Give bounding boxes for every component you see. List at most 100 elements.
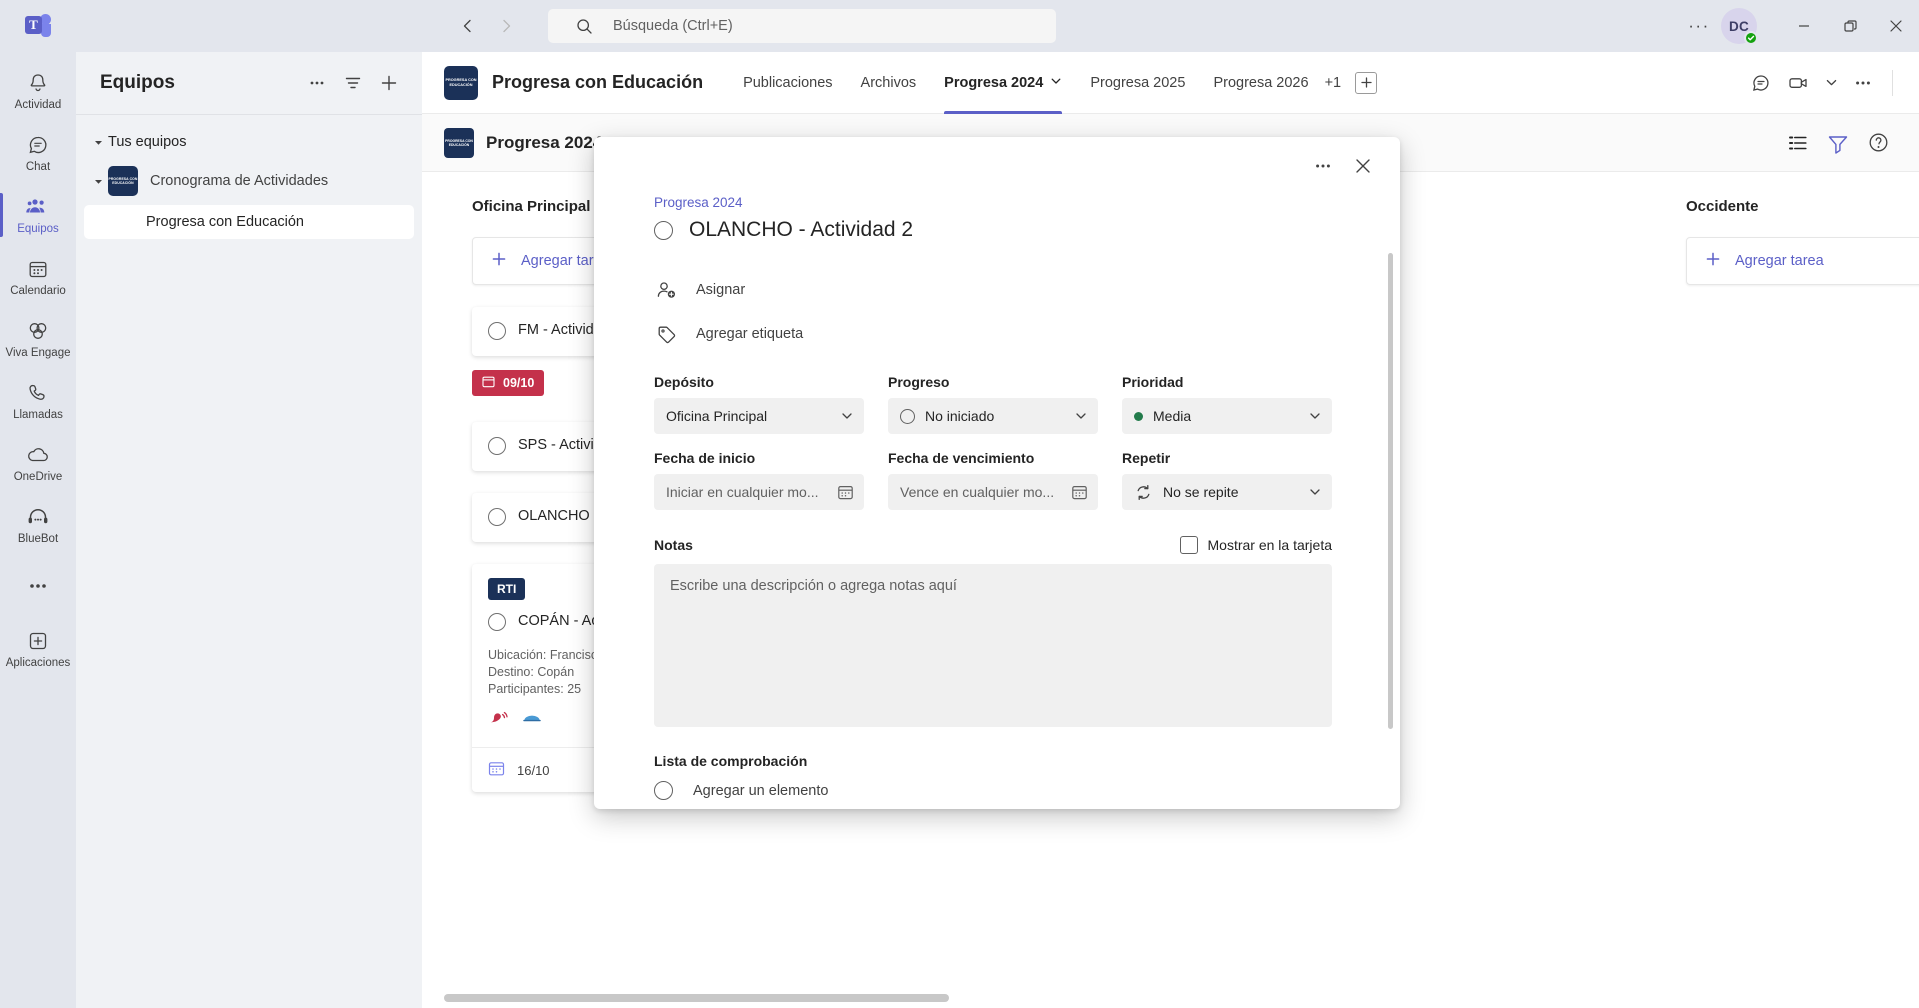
close-window-button[interactable] — [1873, 0, 1919, 52]
avatar[interactable]: DC — [1721, 8, 1758, 45]
notification-bell-icon — [488, 710, 508, 733]
task-complete-circle-icon[interactable] — [654, 220, 673, 240]
add-tab-button[interactable] — [1355, 71, 1378, 94]
field-fecha-inicio: Fecha de inicio Iniciar en cualquier mo.… — [654, 450, 864, 526]
group-by-icon[interactable] — [1781, 126, 1815, 160]
more-apps-icon — [27, 573, 49, 599]
add-task-button[interactable]: Agregar tarea — [1686, 237, 1919, 285]
sidebar-item-actividad[interactable]: Actividad — [0, 60, 76, 122]
task-complete-circle-icon[interactable] — [488, 437, 506, 455]
channel-row-progresa[interactable]: Progresa con Educación — [84, 205, 414, 239]
sidebar-item-equipos[interactable]: Equipos — [0, 184, 76, 246]
tab-label: Progresa 2025 — [1090, 74, 1186, 91]
filter-icon[interactable] — [336, 66, 370, 100]
task-fields-grid: Depósito Oficina Principal Progreso No i… — [654, 374, 1332, 526]
tab-archivos[interactable]: Archivos — [847, 52, 931, 114]
board-column-occidente: Occidente Agregar tarea — [1686, 198, 1919, 1008]
planner-avatar: PROGRESA CON EDUCACIÓN — [444, 127, 474, 158]
tab-progresa-2024[interactable]: Progresa 2024 — [930, 52, 1076, 114]
team-row-cronograma[interactable]: PROGRESA CON EDUCACIÓN Cronograma de Act… — [76, 159, 422, 203]
tab-progresa-2026[interactable]: Progresa 2026 — [1199, 52, 1322, 114]
checklist-add-item[interactable]: Agregar un elemento — [654, 781, 1332, 800]
teams-logo-icon: T — [25, 14, 51, 38]
channel-more-button[interactable] — [1846, 66, 1880, 100]
tab-publicaciones[interactable]: Publicaciones — [729, 52, 846, 114]
team-avatar-text: PROGRESA CON EDUCACIÓN — [108, 177, 138, 185]
checkbox-icon[interactable] — [1179, 536, 1198, 554]
teams-pane-actions — [300, 66, 406, 100]
task-label-badge: RTI — [488, 578, 526, 600]
dialog-toolbar — [594, 137, 1400, 195]
start-date-input[interactable]: Iniciar en cualquier mo... — [654, 474, 864, 510]
sidebar-item-onedrive[interactable]: OneDrive — [0, 432, 76, 494]
channel-header-actions — [1744, 66, 1919, 100]
bot-icon — [26, 504, 50, 530]
help-icon[interactable] — [1861, 126, 1895, 160]
chevron-down-icon[interactable] — [1050, 75, 1062, 91]
progreso-select[interactable]: No iniciado — [888, 398, 1098, 434]
prioridad-select[interactable]: Media — [1122, 398, 1332, 434]
back-button[interactable] — [452, 10, 484, 42]
chevron-down-icon — [1074, 409, 1088, 423]
sidebar-item-calendario[interactable]: Calendario — [0, 246, 76, 308]
chevron-down-icon — [1308, 485, 1322, 499]
add-label-row[interactable]: Agregar etiqueta — [654, 312, 1332, 356]
restore-button[interactable] — [1827, 0, 1873, 52]
sidebar-item-more[interactable] — [0, 556, 76, 618]
calendar-icon[interactable] — [837, 484, 854, 501]
chat-icon[interactable] — [1744, 66, 1778, 100]
deposito-select[interactable]: Oficina Principal — [654, 398, 864, 434]
close-icon[interactable] — [1346, 149, 1380, 183]
sidebar-item-llamadas[interactable]: Llamadas — [0, 370, 76, 432]
field-label: Repetir — [1122, 450, 1171, 466]
forward-button[interactable] — [490, 10, 522, 42]
meet-video-icon[interactable] — [1782, 66, 1816, 100]
add-task-label: Agregar tarea — [1735, 253, 1824, 269]
tab-overflow-count[interactable]: +1 — [1323, 52, 1344, 114]
dialog-more-options-button[interactable] — [1306, 149, 1340, 183]
sidebar-item-label: Llamadas — [13, 409, 63, 421]
channel-name-label: Progresa con Educación — [146, 214, 304, 230]
task-complete-circle-icon[interactable] — [488, 322, 506, 340]
task-footer-date: 16/10 — [517, 762, 550, 778]
task-title-input[interactable]: OLANCHO - Actividad 2 — [689, 218, 913, 242]
sidebar-item-aplicaciones[interactable]: Aplicaciones — [0, 618, 76, 680]
attachment-preview-icon — [522, 711, 542, 732]
search-icon — [576, 18, 593, 35]
search-input[interactable]: Búsqueda (Ctrl+E) — [548, 9, 1056, 43]
breadcrumb[interactable]: Progresa 2024 — [654, 195, 1332, 210]
sidebar-item-chat[interactable]: Chat — [0, 122, 76, 184]
chevron-down-icon[interactable] — [1820, 66, 1842, 100]
filter-funnel-icon[interactable] — [1821, 126, 1855, 160]
tree-section-tus-equipos[interactable]: Tus equipos — [76, 125, 422, 159]
teams-list-pane: Equipos Tus equipos PROGRESA CON EDUCACI… — [76, 52, 422, 1008]
title-bar: T Búsqueda (Ctrl+E) ··· DC — [0, 0, 1919, 52]
assign-person-icon — [654, 279, 678, 301]
notes-placeholder: Escribe una descripción o agrega notas a… — [670, 578, 957, 594]
field-value: No iniciado — [925, 408, 995, 424]
sidebar-item-label: Aplicaciones — [5, 657, 71, 669]
add-team-button[interactable] — [372, 66, 406, 100]
plus-icon — [1705, 251, 1721, 271]
due-date-input[interactable]: Vence en cualquier mo... — [888, 474, 1098, 510]
field-repetir: Repetir No se repite — [1122, 450, 1332, 526]
settings-more-button[interactable]: ··· — [1681, 10, 1717, 42]
board-horizontal-scrollbar[interactable] — [444, 994, 1504, 1002]
calendar-icon[interactable] — [1071, 484, 1088, 501]
sidebar-item-bluebot[interactable]: BlueBot — [0, 494, 76, 556]
repetir-select[interactable]: No se repite — [1122, 474, 1332, 510]
field-deposito: Depósito Oficina Principal — [654, 374, 864, 450]
task-detail-dialog: Progresa 2024 OLANCHO - Actividad 2 Asig… — [594, 137, 1400, 809]
teams-more-options-button[interactable] — [300, 66, 334, 100]
assign-row[interactable]: Asignar — [654, 268, 1332, 312]
task-complete-circle-icon[interactable] — [488, 613, 506, 631]
notes-textarea[interactable]: Escribe una descripción o agrega notas a… — [654, 564, 1332, 727]
scrollbar-thumb[interactable] — [444, 994, 949, 1002]
show-on-card-checkbox[interactable]: Mostrar en la tarjeta — [1179, 536, 1332, 554]
sidebar-item-viva-engage[interactable]: Viva Engage — [0, 308, 76, 370]
checklist-label: Lista de comprobación — [654, 753, 808, 769]
minimize-button[interactable] — [1781, 0, 1827, 52]
task-complete-circle-icon[interactable] — [488, 508, 506, 526]
dialog-scrollbar[interactable] — [1388, 253, 1393, 729]
tab-progresa-2025[interactable]: Progresa 2025 — [1076, 52, 1199, 114]
